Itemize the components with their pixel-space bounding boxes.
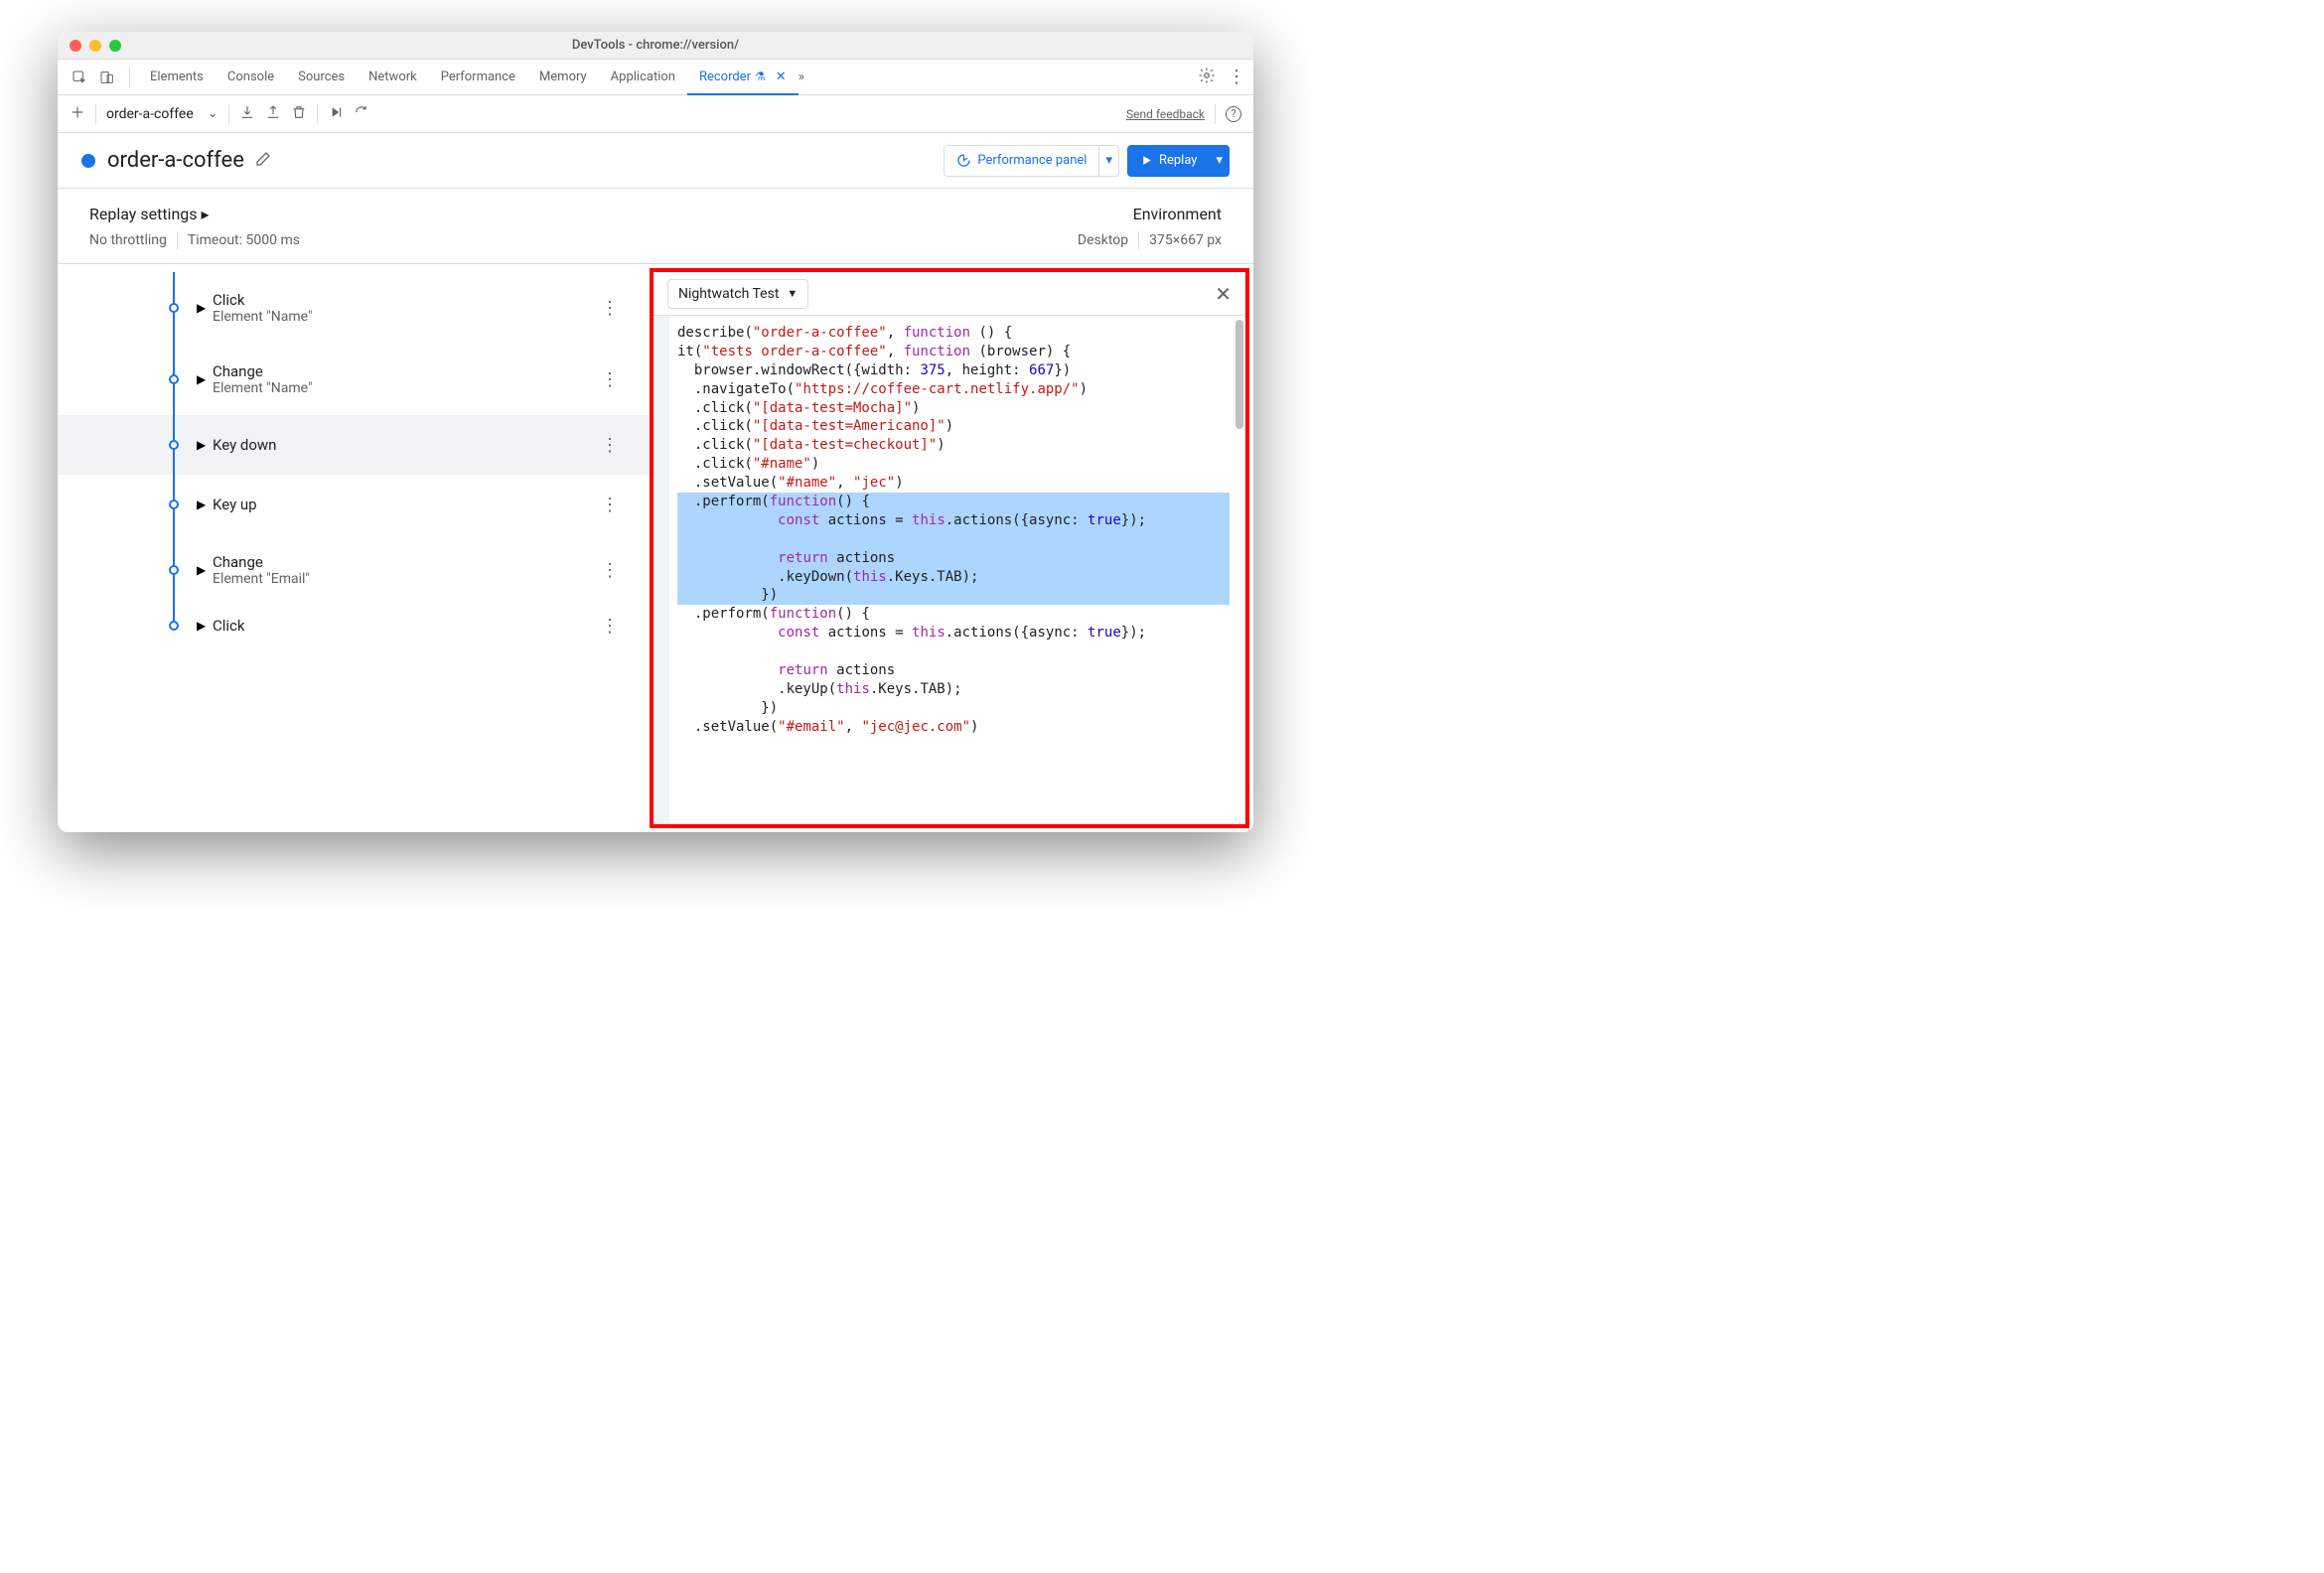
import-icon[interactable] (239, 104, 255, 124)
add-recording-icon[interactable] (70, 104, 85, 124)
step-item[interactable]: ▶Key up⋮ (58, 475, 650, 534)
step-item[interactable]: ▶Key down⋮ (58, 415, 650, 475)
page-title: order-a-coffee (107, 148, 244, 173)
env-dimensions: 375×667 px (1149, 232, 1222, 248)
step-item[interactable]: ▶ClickElement "Name"⋮ (58, 272, 650, 344)
code-panel-header: Nightwatch Test▼ ✕ (654, 272, 1245, 316)
separator (317, 104, 318, 124)
edit-title-icon[interactable] (254, 150, 272, 172)
settings-summary: No throttling Timeout: 5000 ms Desktop 3… (58, 223, 1253, 264)
tab-memory[interactable]: Memory (527, 60, 599, 95)
replay-settings-header[interactable]: Replay settings▸ Environment (58, 189, 1253, 223)
send-feedback-link[interactable]: Send feedback (1126, 107, 1205, 121)
recording-name[interactable]: order-a-coffee (106, 106, 194, 122)
chevron-right-icon: ▶ (197, 563, 207, 577)
kebab-menu-icon[interactable]: ⋮ (601, 435, 620, 456)
export-format-select[interactable]: Nightwatch Test▼ (667, 279, 808, 309)
tab-performance[interactable]: Performance (429, 60, 527, 95)
delete-icon[interactable] (291, 104, 307, 124)
separator (1215, 104, 1216, 124)
export-icon[interactable] (265, 104, 281, 124)
close-tab-icon[interactable]: ✕ (776, 70, 787, 84)
separator (95, 104, 96, 124)
titlebar: DevTools - chrome://version/ (58, 32, 1253, 60)
timeout-value: Timeout: 5000 ms (188, 232, 300, 248)
code-gutter (654, 316, 669, 824)
chevron-right-icon: ▶ (197, 438, 207, 452)
environment-label: Environment (1133, 205, 1222, 223)
code-body: describe("order-a-coffee", function () {… (654, 316, 1245, 824)
tab-sources[interactable]: Sources (286, 60, 357, 95)
replay-dropdown-button[interactable]: ▾ (1210, 145, 1230, 177)
chevron-right-icon: ▶ (197, 619, 207, 633)
replay-button[interactable]: Replay (1127, 145, 1211, 177)
separator (129, 68, 130, 87)
tab-elements[interactable]: Elements (138, 60, 216, 95)
kebab-menu-icon[interactable]: ⋮ (1228, 67, 1245, 87)
steps-list: ▶ClickElement "Name"⋮ ▶ChangeElement "Na… (58, 264, 650, 832)
step-over-icon[interactable] (328, 104, 344, 124)
code-export-panel: Nightwatch Test▼ ✕ describe("order-a-cof… (650, 268, 1249, 828)
recording-header: order-a-coffee Performance panel ▾ Repla… (58, 133, 1253, 189)
throttling-value: No throttling (89, 232, 167, 248)
devtools-tabs: Elements Console Sources Network Perform… (58, 60, 1253, 95)
chevron-down-icon: ▼ (787, 287, 798, 300)
tab-recorder[interactable]: Recorder ⚗ ✕ (687, 60, 799, 95)
step-item[interactable]: ▶Click⋮ (58, 606, 650, 645)
performance-panel-button[interactable]: Performance panel (944, 145, 1099, 177)
recorder-toolbar: order-a-coffee ⌄ Send feedback ? (58, 95, 1253, 133)
kebab-menu-icon[interactable]: ⋮ (601, 616, 620, 637)
chevron-right-icon: ▶ (197, 372, 207, 386)
tab-network[interactable]: Network (357, 60, 429, 95)
kebab-menu-icon[interactable]: ⋮ (601, 298, 620, 319)
chevron-right-icon: ▶ (197, 301, 207, 315)
kebab-menu-icon[interactable]: ⋮ (601, 495, 620, 515)
close-icon[interactable]: ✕ (1215, 282, 1232, 306)
flask-icon: ⚗ (755, 70, 766, 83)
step-icon[interactable] (354, 104, 369, 124)
env-device: Desktop (1078, 232, 1128, 248)
scrollbar-thumb[interactable] (1235, 320, 1243, 429)
separator (228, 104, 229, 124)
chevron-right-icon: ▶ (197, 498, 207, 511)
kebab-menu-icon[interactable]: ⋮ (601, 369, 620, 390)
help-icon[interactable]: ? (1226, 106, 1241, 122)
record-indicator-icon (81, 154, 95, 168)
window-title: DevTools - chrome://version/ (58, 38, 1253, 53)
chevron-right-icon: ▸ (202, 205, 210, 223)
step-item[interactable]: ▶ChangeElement "Email"⋮ (58, 534, 650, 606)
kebab-menu-icon[interactable]: ⋮ (601, 560, 620, 581)
tab-application[interactable]: Application (599, 60, 687, 95)
scrollbar[interactable] (1234, 316, 1245, 824)
device-toggle-icon[interactable] (97, 68, 117, 87)
settings-gear-icon[interactable] (1198, 67, 1216, 88)
chevron-down-icon[interactable]: ⌄ (208, 106, 218, 121)
code-content[interactable]: describe("order-a-coffee", function () {… (669, 316, 1234, 824)
content-area: ▶ClickElement "Name"⋮ ▶ChangeElement "Na… (58, 264, 1253, 832)
more-tabs-icon[interactable]: » (799, 70, 812, 84)
inspect-icon[interactable] (70, 68, 89, 87)
devtools-window: DevTools - chrome://version/ Elements Co… (58, 32, 1253, 832)
tab-console[interactable]: Console (216, 60, 286, 95)
step-item[interactable]: ▶ChangeElement "Name"⋮ (58, 344, 650, 415)
performance-dropdown-button[interactable]: ▾ (1099, 145, 1119, 177)
separator (1138, 231, 1139, 249)
separator (177, 231, 178, 249)
